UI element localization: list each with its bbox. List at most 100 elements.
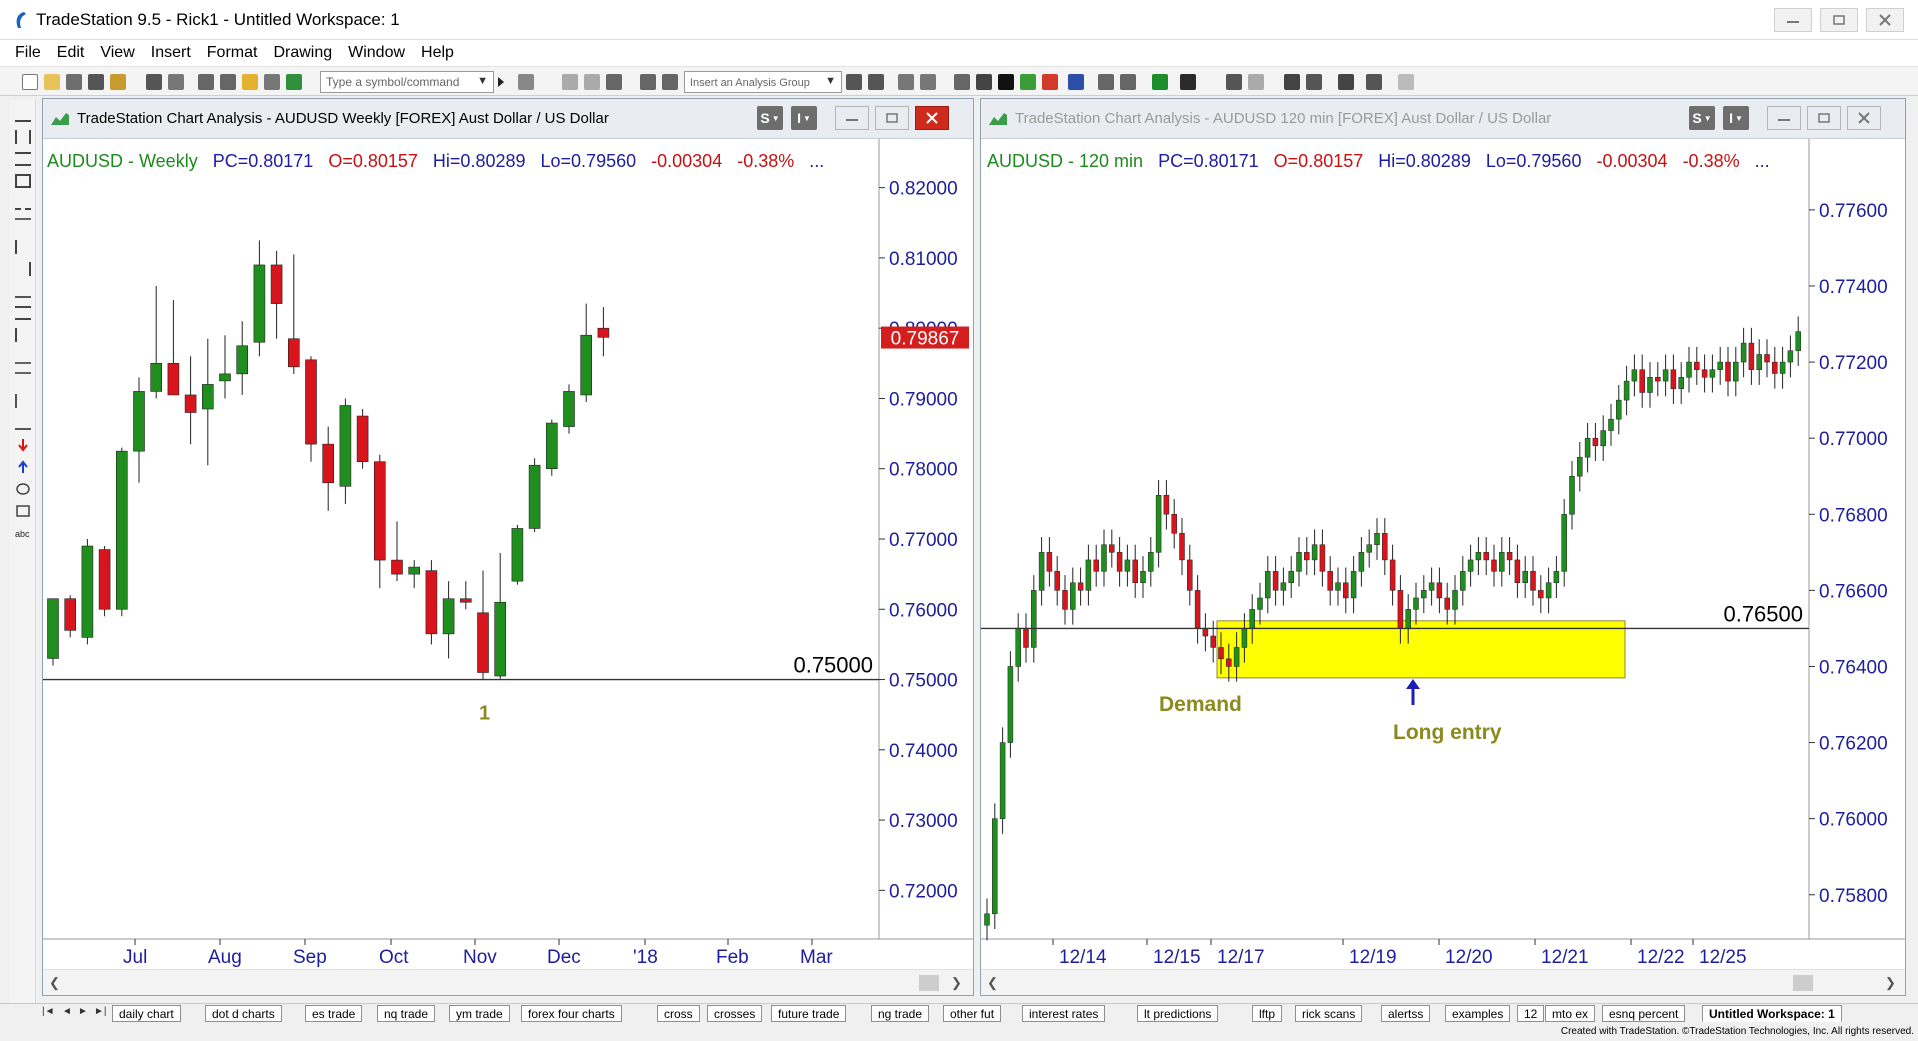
horizontal-lines-tool-icon[interactable] <box>15 152 31 166</box>
candle[interactable] <box>167 300 180 396</box>
candle[interactable] <box>1545 567 1552 614</box>
scroll-right-icon[interactable]: ❯ <box>1885 975 1896 991</box>
candle[interactable] <box>999 727 1006 834</box>
candle[interactable] <box>1514 544 1521 598</box>
candle[interactable] <box>1577 441 1583 492</box>
candle[interactable] <box>1358 537 1365 587</box>
candle[interactable] <box>1631 354 1638 397</box>
scroll-thumb[interactable] <box>919 975 939 991</box>
scroll-left-icon[interactable]: ❮ <box>987 975 998 991</box>
candle[interactable] <box>1764 339 1770 378</box>
workspace-tab[interactable]: forex four charts <box>521 1005 622 1022</box>
symbol-input[interactable]: Type a symbol/command ▼ <box>320 71 494 93</box>
horizontal-scrollbar[interactable]: ❮ ❯ <box>981 969 1905 995</box>
scroll-left-icon[interactable]: ❮ <box>49 975 60 991</box>
candle[interactable] <box>1428 567 1435 606</box>
tab-first-icon[interactable]: |◄ <box>42 1006 55 1017</box>
candle[interactable] <box>1280 567 1287 606</box>
candle[interactable] <box>1163 480 1170 530</box>
candle[interactable] <box>1647 362 1653 408</box>
menu-edit[interactable]: Edit <box>50 44 94 62</box>
tools-icon[interactable] <box>1338 74 1354 90</box>
candle[interactable] <box>236 321 248 395</box>
menu-view[interactable]: View <box>93 44 143 62</box>
text-tool-icon[interactable]: abc <box>15 526 31 540</box>
candle[interactable] <box>1311 529 1318 576</box>
candle[interactable] <box>1444 582 1450 625</box>
horizontal-scrollbar[interactable]: ❮ ❯ <box>43 969 973 995</box>
candle[interactable] <box>992 803 998 929</box>
candle[interactable] <box>1616 384 1622 435</box>
candle[interactable] <box>1374 518 1380 560</box>
candle[interactable] <box>1046 537 1053 587</box>
candle[interactable] <box>184 356 197 445</box>
tab-last-icon[interactable]: ►| <box>94 1006 107 1017</box>
candle[interactable] <box>1413 582 1419 625</box>
table-icon[interactable] <box>606 74 622 90</box>
candle[interactable] <box>1015 613 1021 682</box>
workspace-tab[interactable]: ym trade <box>449 1005 510 1022</box>
candle[interactable] <box>1132 544 1138 598</box>
candle[interactable] <box>98 546 111 617</box>
workspace-tab[interactable]: interest rates <box>1022 1005 1106 1022</box>
rectangle-tool-icon[interactable] <box>15 174 31 188</box>
chart-restore-button[interactable] <box>875 106 909 130</box>
regression-tool-icon[interactable] <box>15 350 31 364</box>
chart-close-button[interactable] <box>915 106 949 130</box>
zoom-in-icon[interactable] <box>1226 74 1242 90</box>
link-icon[interactable] <box>662 74 678 90</box>
candle[interactable] <box>1093 544 1099 587</box>
restore-button[interactable] <box>1820 8 1858 32</box>
weekly-chart-canvas[interactable]: 0.75000 1 0.820000.810000.800000.790000.… <box>43 139 973 971</box>
workspace-tab[interactable]: cross <box>657 1005 700 1022</box>
candle[interactable] <box>1592 422 1599 461</box>
candle[interactable] <box>1304 537 1310 576</box>
candle[interactable] <box>1187 544 1193 606</box>
candle[interactable] <box>1499 537 1505 587</box>
workspace-tab[interactable]: crosses <box>707 1005 763 1022</box>
workspace-tab[interactable]: mto ex <box>1545 1005 1596 1022</box>
chart-window-icon[interactable] <box>198 74 214 90</box>
zoom-out-icon[interactable] <box>1248 74 1264 90</box>
candle[interactable] <box>116 447 128 617</box>
candle[interactable] <box>1296 537 1302 587</box>
radar-window-icon[interactable] <box>220 74 236 90</box>
candle[interactable] <box>1530 556 1536 606</box>
speed-line-tool-icon[interactable] <box>15 240 31 254</box>
format-study-icon[interactable] <box>868 74 884 90</box>
candle[interactable] <box>1717 346 1723 385</box>
candle[interactable] <box>1584 422 1591 473</box>
color-icon[interactable] <box>1152 74 1168 90</box>
candle[interactable] <box>391 521 403 582</box>
bar-type-icon[interactable] <box>976 74 992 90</box>
channel-tool-icon[interactable] <box>15 218 31 232</box>
candle[interactable] <box>1272 556 1279 606</box>
candle[interactable] <box>1210 620 1216 663</box>
candle[interactable] <box>1561 499 1567 587</box>
candle[interactable] <box>545 419 558 476</box>
workspace-icon[interactable] <box>110 74 126 90</box>
candle[interactable] <box>1662 354 1669 397</box>
candle-black-icon[interactable] <box>998 74 1014 90</box>
insert-study-icon[interactable] <box>846 74 862 90</box>
chart-window-title-bar[interactable]: TradeStation Chart Analysis - AUDUSD Wee… <box>43 99 973 139</box>
menu-help[interactable]: Help <box>414 44 463 62</box>
workspace-tab[interactable]: alertss <box>1381 1005 1431 1022</box>
candle[interactable] <box>1031 575 1037 663</box>
candle[interactable] <box>528 458 541 532</box>
candle-green-icon[interactable] <box>1020 74 1036 90</box>
candle[interactable] <box>339 398 352 504</box>
chart-close-button[interactable] <box>1847 106 1881 130</box>
save-all-icon[interactable] <box>66 74 82 90</box>
trendline-tool-icon[interactable] <box>15 108 31 122</box>
demand-zone-rectangle[interactable] <box>1216 620 1626 679</box>
new-file-icon[interactable] <box>22 74 38 90</box>
candle[interactable] <box>1522 556 1528 598</box>
candle[interactable] <box>1265 556 1271 614</box>
candle[interactable] <box>1116 537 1123 587</box>
candle[interactable] <box>1436 567 1443 614</box>
workspace-tab[interactable]: es trade <box>305 1005 363 1022</box>
candle[interactable] <box>1179 518 1185 576</box>
find-symbol-icon[interactable] <box>518 74 534 90</box>
candle[interactable] <box>1467 544 1474 587</box>
